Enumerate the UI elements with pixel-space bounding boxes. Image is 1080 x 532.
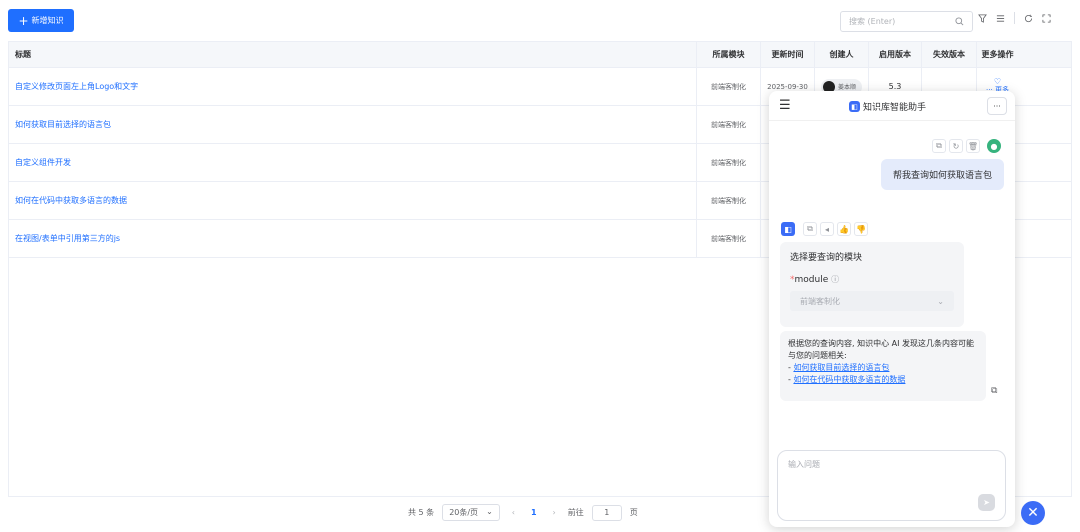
- row-module: 前端客制化: [697, 144, 761, 181]
- header-module[interactable]: 所属模块: [697, 42, 761, 67]
- row-title-link[interactable]: 自定义组件开发: [9, 144, 697, 181]
- module-select-card: 选择要查询的模块 *module ⓘ 前端客制化 ⌄: [780, 242, 964, 327]
- delete-icon[interactable]: 🗑: [966, 139, 980, 153]
- user-message: 帮我查询如何获取语言包: [880, 159, 1004, 190]
- row-module: 前端客制化: [697, 106, 761, 143]
- chat-title: ◧ 知识库智能助手: [849, 100, 926, 113]
- thumbs-up-icon[interactable]: 👍: [837, 222, 851, 236]
- search-placeholder: 搜索 (Enter): [849, 17, 896, 26]
- help-icon[interactable]: ⓘ: [831, 275, 839, 284]
- chevron-down-icon: ⌄: [937, 296, 944, 306]
- toolbar-divider: [1014, 12, 1015, 24]
- header-enable-version[interactable]: 启用版本: [869, 42, 922, 67]
- chevron-down-icon: ⌄: [486, 507, 493, 516]
- answer-message: 根据您的查询内容, 知识中心 AI 发现这几条内容可能与您的问题相关: - 如何…: [780, 331, 986, 401]
- menu-icon[interactable]: ☰: [779, 98, 791, 113]
- answer-text: 根据您的查询内容, 知识中心 AI 发现这几条内容可能与您的问题相关:: [788, 339, 975, 360]
- assistant-logo-icon: ◧: [849, 101, 860, 112]
- header-fail-version[interactable]: 失效版本: [922, 42, 977, 67]
- row-title-link[interactable]: 如何在代码中获取多语言的数据: [9, 182, 697, 219]
- row-module: 前端客制化: [697, 182, 761, 219]
- copy-icon[interactable]: ⧉: [803, 222, 817, 236]
- fullscreen-icon[interactable]: [1042, 13, 1051, 23]
- row-title-link[interactable]: 自定义修改页面左上角Logo和文字: [9, 68, 697, 105]
- assistant-avatar: ◧: [781, 222, 795, 236]
- search-input[interactable]: 搜索 (Enter): [840, 11, 973, 32]
- row-module: 前端客制化: [697, 68, 761, 105]
- plus-icon: +: [18, 13, 29, 28]
- retry-icon[interactable]: ↻: [949, 139, 963, 153]
- add-knowledge-button[interactable]: + 新增知识: [8, 9, 74, 32]
- close-icon: ✕: [1027, 505, 1039, 521]
- header-updated[interactable]: 更新时间: [761, 42, 815, 67]
- goto-suffix: 页: [629, 508, 638, 517]
- thumbs-down-icon[interactable]: 👎: [854, 222, 868, 236]
- pagination-total: 共 5 条: [408, 508, 435, 517]
- bot-message-actions: ◧ ⧉ ◂ 👍 👎: [781, 222, 868, 236]
- page-size-select[interactable]: 20条/页 ⌄: [442, 504, 500, 521]
- module-label: *module ⓘ: [790, 275, 840, 285]
- user-avatar: ●: [987, 139, 1001, 153]
- row-module: 前端客制化: [697, 220, 761, 257]
- row-title-link[interactable]: 如何获取目前选择的语言包: [9, 106, 697, 143]
- search-icon[interactable]: [955, 17, 964, 26]
- goto-prefix: 前往: [567, 508, 584, 517]
- creator-name: 姜本顺: [837, 84, 856, 91]
- answer-link-language-pack[interactable]: 如何获取目前选择的语言包: [793, 363, 889, 372]
- chat-title-text: 知识库智能助手: [863, 103, 927, 113]
- list-settings-icon[interactable]: [996, 14, 1005, 23]
- answer-link-multilang-data[interactable]: 如何在代码中获取多语言的数据: [793, 375, 905, 384]
- user-message-actions: ⧉ ↻ 🗑 ●: [932, 139, 1001, 153]
- header-more: 更多操作: [981, 50, 1014, 59]
- close-assistant-button[interactable]: ✕: [1021, 501, 1045, 525]
- module-select[interactable]: 前端客制化 ⌄: [790, 291, 954, 311]
- header-creator[interactable]: 创建人: [815, 42, 869, 67]
- add-knowledge-label: 新增知识: [31, 16, 64, 25]
- chat-more-button[interactable]: ···: [987, 97, 1007, 115]
- chat-header: ☰ ◧ 知识库智能助手 ···: [769, 91, 1015, 121]
- ai-assistant-panel: ☰ ◧ 知识库智能助手 ··· ⧉ ↻ 🗑 ● 帮我查询如何获取语言包 ◧ ⧉ …: [769, 91, 1015, 527]
- table-header: 标题 所属模块 更新时间 创建人 启用版本 失效版本 更多操作: [9, 42, 1071, 68]
- next-page-icon[interactable]: ›: [549, 508, 560, 517]
- favorite-icon[interactable]: ♡: [994, 77, 1001, 86]
- question-input[interactable]: 输入问题 ➤: [777, 450, 1006, 521]
- question-placeholder: 输入问题: [788, 460, 820, 469]
- row-title-link[interactable]: 在视图/表单中引用第三方的js: [9, 220, 697, 257]
- header-title[interactable]: 标题: [9, 42, 697, 67]
- filter-icon[interactable]: [978, 13, 987, 23]
- copy-icon[interactable]: ⧉: [991, 386, 997, 396]
- refresh-icon[interactable]: [1024, 14, 1033, 23]
- goto-page-input[interactable]: 1: [591, 504, 622, 521]
- speaker-icon[interactable]: ◂: [820, 222, 834, 236]
- prev-page-icon[interactable]: ‹: [508, 508, 519, 517]
- pagination: 共 5 条 20条/页 ⌄ ‹ 1 › 前往 1 页: [408, 504, 638, 521]
- copy-icon[interactable]: ⧉: [932, 139, 946, 153]
- send-button[interactable]: ➤: [978, 494, 995, 511]
- current-page[interactable]: 1: [527, 508, 541, 517]
- form-title: 选择要查询的模块: [790, 253, 863, 263]
